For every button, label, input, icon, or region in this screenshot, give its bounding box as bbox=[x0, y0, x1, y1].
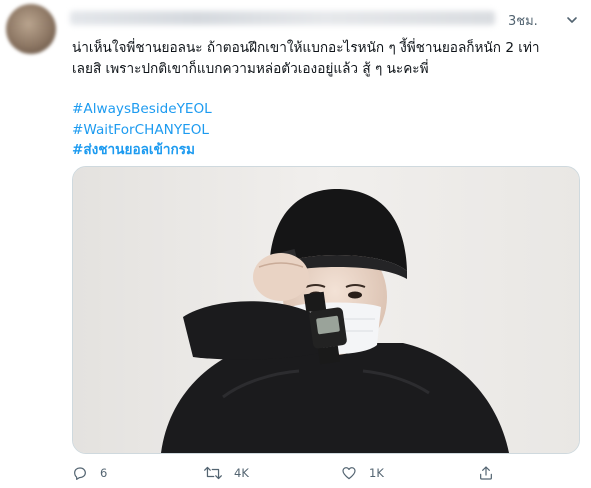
tweet-actions: 6 4K 1K bbox=[72, 462, 578, 484]
hashtag-link[interactable]: #AlwaysBesideYEOL bbox=[72, 99, 578, 120]
retweet-icon bbox=[204, 466, 222, 480]
tweet-timestamp[interactable]: 3ชม. bbox=[508, 10, 538, 31]
tweet-text-line: เลยสิ เพราะปกติเขาก็แบกความหล่อตัวเองอยู… bbox=[72, 60, 429, 77]
heart-icon bbox=[342, 467, 356, 480]
blurred-username[interactable] bbox=[70, 11, 495, 25]
reply-button[interactable]: 6 bbox=[72, 462, 107, 484]
like-button[interactable]: 1K bbox=[341, 462, 384, 484]
hashtag-link[interactable]: #ส่งชานยอลเข้ากรม bbox=[72, 140, 578, 161]
tweet-text: น่าเห็นใจพี่ชานยอลนะ ถ้าตอนฝึกเขาให้แบกอ… bbox=[72, 38, 578, 161]
reply-count: 6 bbox=[100, 466, 108, 480]
share-icon bbox=[480, 466, 492, 480]
more-options-button[interactable] bbox=[562, 10, 582, 30]
tweet: 3ชม. น่าเห็นใจพี่ชานยอลนะ ถ้าตอนฝึกเขาให… bbox=[0, 0, 591, 488]
reply-icon bbox=[74, 467, 86, 480]
avatar[interactable] bbox=[6, 4, 56, 54]
chevron-down-icon bbox=[567, 17, 577, 23]
retweet-button[interactable]: 4K bbox=[204, 462, 249, 484]
hashtag-link[interactable]: #WaitForCHANYEOL bbox=[72, 120, 578, 141]
share-button[interactable] bbox=[478, 462, 494, 484]
retweet-count: 4K bbox=[234, 466, 249, 480]
tweet-photo[interactable] bbox=[72, 166, 580, 454]
like-count: 1K bbox=[369, 466, 384, 480]
tweet-text-line: น่าเห็นใจพี่ชานยอลนะ ถ้าตอนฝึกเขาให้แบกอ… bbox=[72, 40, 540, 56]
photo-person-in-beanie-with-watch bbox=[73, 167, 579, 453]
